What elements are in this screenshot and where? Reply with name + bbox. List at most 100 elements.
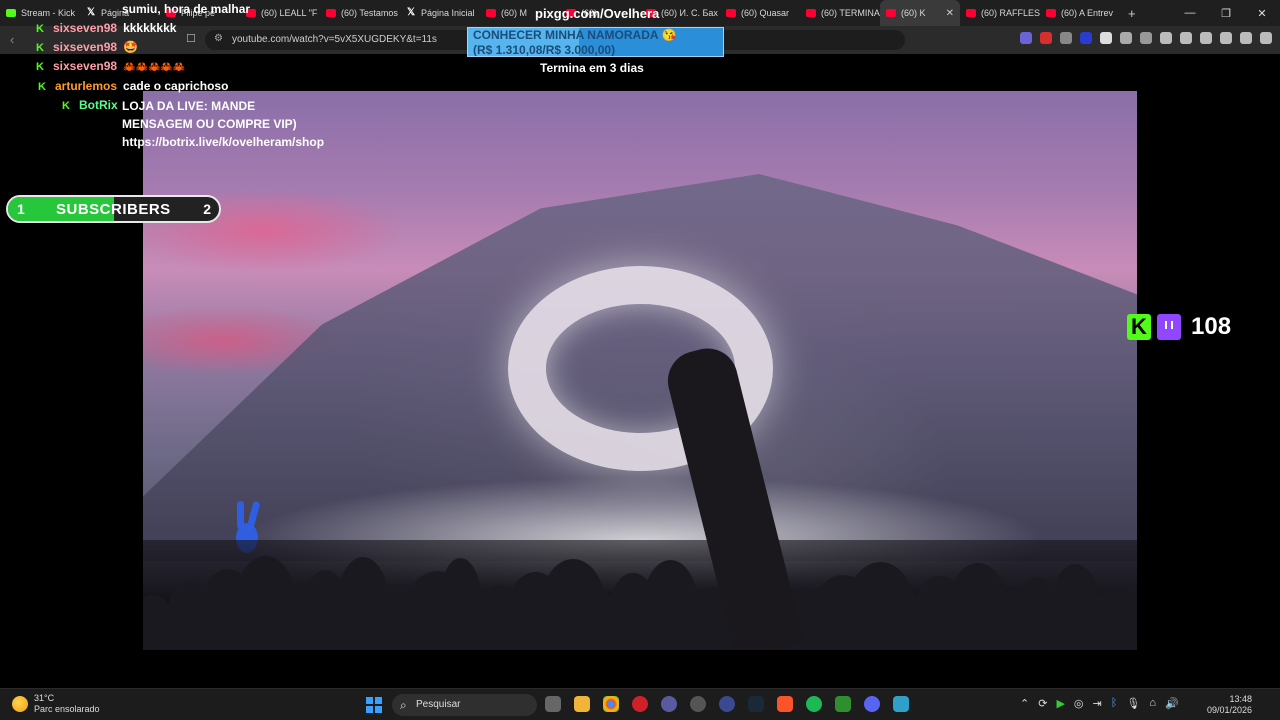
network-icon[interactable]: ⌂ (1149, 697, 1156, 710)
video-player[interactable] (143, 91, 1137, 650)
volume-icon[interactable]: 🔊 (1165, 697, 1179, 710)
tab-label: (60) A Entrev (1061, 8, 1114, 18)
vpn-icon[interactable] (1240, 32, 1252, 44)
chat-text: kkkkkkkk (123, 21, 177, 35)
subscriber-target: 2 (203, 201, 211, 217)
youtube-icon (1046, 9, 1056, 17)
subscriber-goal-bar: 1 SUBSCRIBERS 2 (6, 195, 221, 223)
youtube-icon (886, 9, 896, 17)
system-tray: ⌃ ⟳ ▶ ◎ ⇥ ᛒ 🎙 ⌂ 🔊 (1020, 697, 1179, 710)
browser-tab[interactable]: (60) K ✕ (880, 0, 960, 26)
pix-goal-title: CONHECER MINHA NAMORADA 😘 (473, 28, 677, 42)
sync-icon[interactable]: ⟳ (1038, 697, 1047, 710)
new-tab-button[interactable]: + (1120, 6, 1144, 21)
kick-badge-icon: K (62, 100, 70, 112)
screenshot-icon[interactable] (1140, 32, 1152, 44)
tab-label: (60) TERMINA (821, 8, 880, 18)
browser-tab[interactable]: (60) Quasar (720, 0, 800, 26)
chat-username: sixseven98 (53, 21, 118, 35)
brave-icon[interactable] (777, 696, 793, 712)
chrome-icon[interactable] (603, 696, 619, 712)
browser-tab[interactable]: (60) TERMINA (800, 0, 880, 26)
browser-tab[interactable]: (60) RAFFLES (960, 0, 1040, 26)
extension-icon[interactable] (1020, 32, 1032, 44)
maximize-button[interactable]: ❐ (1208, 7, 1244, 20)
menu-icon[interactable] (1260, 32, 1272, 44)
puzzle-icon[interactable] (1120, 32, 1132, 44)
chat-message: Ksixseven98 🦀🦀🦀🦀🦀 (36, 59, 185, 73)
tab-label: (60) M (501, 8, 528, 18)
leo-icon[interactable] (1220, 32, 1232, 44)
chat-message: Karturlemos cade o caprichoso (38, 79, 228, 93)
youtube-icon (486, 9, 496, 17)
tab-label: (60) K (901, 8, 926, 18)
extension-icons (1020, 32, 1272, 44)
tab-label: Stream - Kick (21, 8, 76, 18)
tab-label: Página Inicial (421, 8, 475, 18)
x-logo-icon: 𝕏 (86, 7, 96, 18)
subscriber-goal-label: SUBSCRIBERS (56, 201, 171, 218)
bookmark-icon[interactable]: ☐ (186, 32, 196, 45)
windows-taskbar: 31°C Parc ensolarado ⌕ Pesquisar ⌃ ⟳ ▶ ◎… (0, 688, 1280, 720)
media-icon[interactable] (1160, 32, 1172, 44)
pix-goal-amount: (R$ 1.310,08/R$ 3.000,00) (473, 43, 616, 57)
crowd-head (1119, 578, 1137, 650)
chevron-up-icon[interactable]: ⌃ (1020, 697, 1029, 710)
url-text[interactable]: youtube.com/watch?v=5vX5XUGDEKY&t=11s (232, 34, 437, 45)
extension-icon[interactable] (1080, 32, 1092, 44)
discord-icon[interactable] (864, 696, 880, 712)
extension-icon[interactable] (1060, 32, 1072, 44)
viewer-counter: K 108 (1127, 313, 1231, 341)
extension-icon[interactable] (1100, 32, 1112, 44)
chat-username: sixseven98 (53, 40, 118, 54)
subscriber-current: 1 (17, 201, 25, 217)
site-info-icon[interactable]: ⚙ (214, 33, 223, 44)
close-window-button[interactable]: ✕ (1244, 7, 1280, 20)
chat-message: Ksixseven98 🤩 (36, 40, 138, 54)
chat-text: 🤩 (123, 40, 139, 54)
chat-top-message: sumiu, hora de malhar (122, 2, 251, 16)
notepad-icon[interactable] (893, 696, 909, 712)
chat-username: BotRix (79, 98, 118, 112)
steam-icon[interactable] (748, 696, 764, 712)
browser-tab[interactable]: 𝕏 Página Inicial (400, 0, 480, 26)
chat-text: cade o caprichoso (123, 79, 229, 93)
app-icon[interactable] (835, 696, 851, 712)
taskbar-clock[interactable]: 13:48 09/01/2026 (1207, 694, 1252, 716)
weather-text: 31°C Parc ensolarado (34, 693, 100, 715)
bluetooth-icon[interactable]: ᛒ (1111, 697, 1118, 710)
app-icon[interactable] (661, 696, 677, 712)
x-logo-icon: 𝕏 (406, 7, 416, 18)
file-explorer-icon[interactable] (574, 696, 590, 712)
tray-icon[interactable]: ◎ (1074, 697, 1084, 710)
extension-icon[interactable] (1040, 32, 1052, 44)
tray-icon[interactable]: ⇥ (1093, 697, 1102, 710)
app-icon[interactable] (719, 696, 735, 712)
windows-start-icon[interactable] (366, 697, 382, 713)
mic-icon[interactable]: 🎙 (1126, 697, 1140, 710)
weather-widget[interactable]: 31°C Parc ensolarado (12, 693, 100, 715)
chat-text: LOJA DA LIVE: MANDE MENSAGEM OU COMPRE V… (122, 99, 325, 149)
sidebar-icon[interactable] (1180, 32, 1192, 44)
back-arrow-icon[interactable]: ‹ (10, 32, 14, 47)
tab-label: (60) RAFFLES (981, 8, 1040, 18)
task-view-icon[interactable] (545, 696, 561, 712)
taskbar-search[interactable]: ⌕ Pesquisar (392, 694, 537, 716)
browser-tab[interactable]: (60) A Entrev (1040, 0, 1120, 26)
play-icon[interactable]: ▶ (1056, 697, 1064, 710)
close-tab-icon[interactable]: ✕ (946, 8, 954, 19)
opera-icon[interactable] (632, 696, 648, 712)
browser-tab[interactable]: (60) Testamos (320, 0, 400, 26)
kick-logo-icon: K (1127, 314, 1151, 340)
twitch-logo-icon (1157, 314, 1181, 340)
browser-tab[interactable]: (60) LEALL "F (240, 0, 320, 26)
spotify-icon[interactable] (806, 696, 822, 712)
pix-goal-deadline: Termina em 3 dias (540, 61, 644, 75)
window-controls: — ❐ ✕ (1172, 0, 1280, 26)
chat-text: 🦀🦀🦀🦀🦀 (123, 62, 186, 73)
minimize-button[interactable]: — (1172, 7, 1208, 19)
wallet-icon[interactable] (1200, 32, 1212, 44)
app-icon[interactable] (690, 696, 706, 712)
search-icon: ⌕ (400, 698, 407, 712)
chat-message: K BotRix (62, 98, 124, 112)
